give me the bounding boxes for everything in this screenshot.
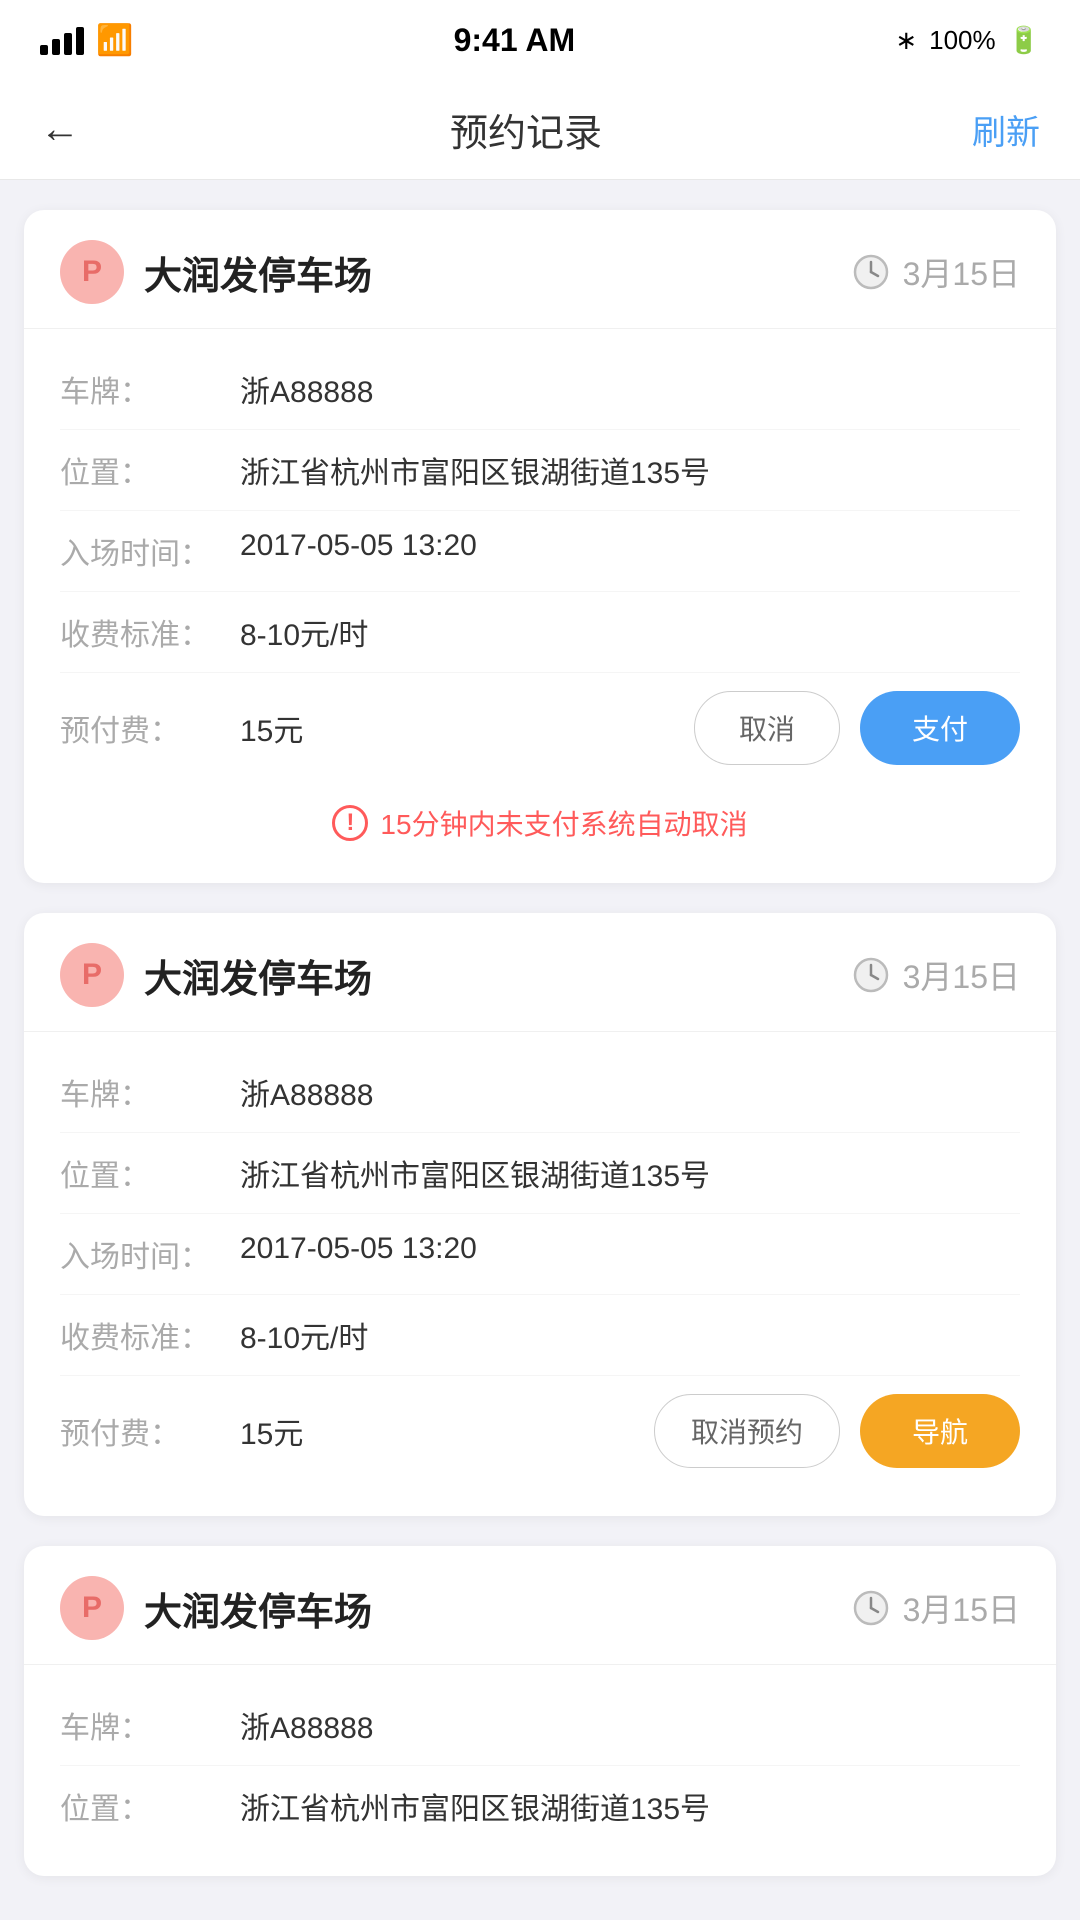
clock-icon-2: [853, 957, 889, 993]
card-1-action-buttons: 取消 支付: [694, 691, 1020, 765]
status-right: ∗ 100% 🔋: [895, 25, 1040, 56]
parking-name-2: 大润发停车场: [144, 948, 372, 1003]
card-3-date: 3月15日: [903, 1585, 1020, 1631]
card-2-header-left: P 大润发停车场: [60, 943, 372, 1007]
card-1-body: 车牌： 浙A88888 位置： 浙江省杭州市富阳区银湖街道135号 入场时间： …: [24, 329, 1056, 883]
card-2-header-right: 3月15日: [853, 952, 1020, 998]
cancel-button-1[interactable]: 取消: [694, 691, 840, 765]
prepay-value-1: 15元: [240, 706, 694, 750]
clock-icon-1: [853, 254, 889, 290]
battery-text: 100%: [929, 25, 996, 56]
card-1-header-left: P 大润发停车场: [60, 240, 372, 304]
bluetooth-icon: ∗: [895, 25, 917, 56]
prepay-label-2: 预付费：: [60, 1409, 240, 1453]
parking-icon-3: P: [60, 1576, 124, 1640]
card-1-rate-row: 收费标准： 8-10元/时: [60, 592, 1020, 673]
location-label-1: 位置：: [60, 448, 240, 492]
signal-icon: [40, 25, 84, 55]
card-3-header-right: 3月15日: [853, 1585, 1020, 1631]
license-value-1: 浙A88888: [240, 367, 1020, 411]
card-1-date: 3月15日: [903, 249, 1020, 295]
wifi-icon: 📶: [96, 23, 133, 58]
card-1-prepay-row: 预付费： 15元 取消 支付: [60, 673, 1020, 783]
parking-icon-2: P: [60, 943, 124, 1007]
card-2-body: 车牌： 浙A88888 位置： 浙江省杭州市富阳区银湖街道135号 入场时间： …: [24, 1032, 1056, 1516]
license-label-2: 车牌：: [60, 1070, 240, 1114]
booking-card-3: P 大润发停车场 3月15日 车牌： 浙A88888 位置： 浙江省杭州市富阳区: [24, 1546, 1056, 1876]
cancel-booking-button-2[interactable]: 取消预约: [654, 1394, 840, 1468]
location-label-2: 位置：: [60, 1151, 240, 1195]
content-area: P 大润发停车场 3月15日 车牌： 浙A88888 位置： 浙江省杭州市富阳区: [0, 180, 1080, 1906]
card-3-license-row: 车牌： 浙A88888: [60, 1685, 1020, 1766]
clock-icon-3: [853, 1590, 889, 1626]
nav-bar: ← 预约记录 刷新: [0, 80, 1080, 180]
page-title: 预约记录: [450, 102, 602, 157]
navigate-button-2[interactable]: 导航: [860, 1394, 1020, 1468]
battery-icon: 🔋: [1008, 25, 1040, 56]
card-1-entry-row: 入场时间： 2017-05-05 13:20: [60, 511, 1020, 592]
rate-value-2: 8-10元/时: [240, 1313, 1020, 1357]
card-2-action-buttons: 取消预约 导航: [654, 1394, 1020, 1468]
license-label-3: 车牌：: [60, 1703, 240, 1747]
entry-label-2: 入场时间：: [60, 1232, 240, 1276]
card-1-license-row: 车牌： 浙A88888: [60, 349, 1020, 430]
location-label-3: 位置：: [60, 1784, 240, 1828]
status-left: 📶: [40, 23, 133, 58]
parking-icon-1: P: [60, 240, 124, 304]
back-button[interactable]: ←: [40, 107, 80, 152]
parking-name-1: 大润发停车场: [144, 245, 372, 300]
card-2-header: P 大润发停车场 3月15日: [24, 913, 1056, 1032]
card-2-prepay-row: 预付费： 15元 取消预约 导航: [60, 1376, 1020, 1486]
license-label-1: 车牌：: [60, 367, 240, 411]
status-time: 9:41 AM: [454, 22, 576, 59]
license-value-3: 浙A88888: [240, 1703, 1020, 1747]
booking-card-1: P 大润发停车场 3月15日 车牌： 浙A88888 位置： 浙江省杭州市富阳区: [24, 210, 1056, 883]
prepay-value-2: 15元: [240, 1409, 654, 1453]
card-1-header-right: 3月15日: [853, 249, 1020, 295]
refresh-button[interactable]: 刷新: [972, 105, 1040, 154]
card-2-entry-row: 入场时间： 2017-05-05 13:20: [60, 1214, 1020, 1295]
rate-label-2: 收费标准：: [60, 1313, 240, 1357]
location-value-2: 浙江省杭州市富阳区银湖街道135号: [240, 1151, 1020, 1195]
status-bar: 📶 9:41 AM ∗ 100% 🔋: [0, 0, 1080, 80]
warning-icon-1: !: [332, 805, 368, 841]
rate-value-1: 8-10元/时: [240, 610, 1020, 654]
card-2-rate-row: 收费标准： 8-10元/时: [60, 1295, 1020, 1376]
card-2-license-row: 车牌： 浙A88888: [60, 1052, 1020, 1133]
entry-label-1: 入场时间：: [60, 529, 240, 573]
card-1-warning: ! 15分钟内未支付系统自动取消: [60, 783, 1020, 853]
card-3-header: P 大润发停车场 3月15日: [24, 1546, 1056, 1665]
card-3-body: 车牌： 浙A88888 位置： 浙江省杭州市富阳区银湖街道135号: [24, 1665, 1056, 1876]
warning-text-1: 15分钟内未支付系统自动取消: [380, 803, 747, 843]
location-value-3: 浙江省杭州市富阳区银湖街道135号: [240, 1784, 1020, 1828]
prepay-label-1: 预付费：: [60, 706, 240, 750]
entry-value-1: 2017-05-05 13:20: [240, 529, 1020, 563]
parking-name-3: 大润发停车场: [144, 1581, 372, 1636]
card-3-header-left: P 大润发停车场: [60, 1576, 372, 1640]
card-3-location-row: 位置： 浙江省杭州市富阳区银湖街道135号: [60, 1766, 1020, 1846]
entry-value-2: 2017-05-05 13:20: [240, 1232, 1020, 1266]
card-2-location-row: 位置： 浙江省杭州市富阳区银湖街道135号: [60, 1133, 1020, 1214]
pay-button-1[interactable]: 支付: [860, 691, 1020, 765]
license-value-2: 浙A88888: [240, 1070, 1020, 1114]
card-1-header: P 大润发停车场 3月15日: [24, 210, 1056, 329]
location-value-1: 浙江省杭州市富阳区银湖街道135号: [240, 448, 1020, 492]
card-2-date: 3月15日: [903, 952, 1020, 998]
booking-card-2: P 大润发停车场 3月15日 车牌： 浙A88888 位置： 浙江省杭州市富阳区: [24, 913, 1056, 1516]
rate-label-1: 收费标准：: [60, 610, 240, 654]
card-1-location-row: 位置： 浙江省杭州市富阳区银湖街道135号: [60, 430, 1020, 511]
